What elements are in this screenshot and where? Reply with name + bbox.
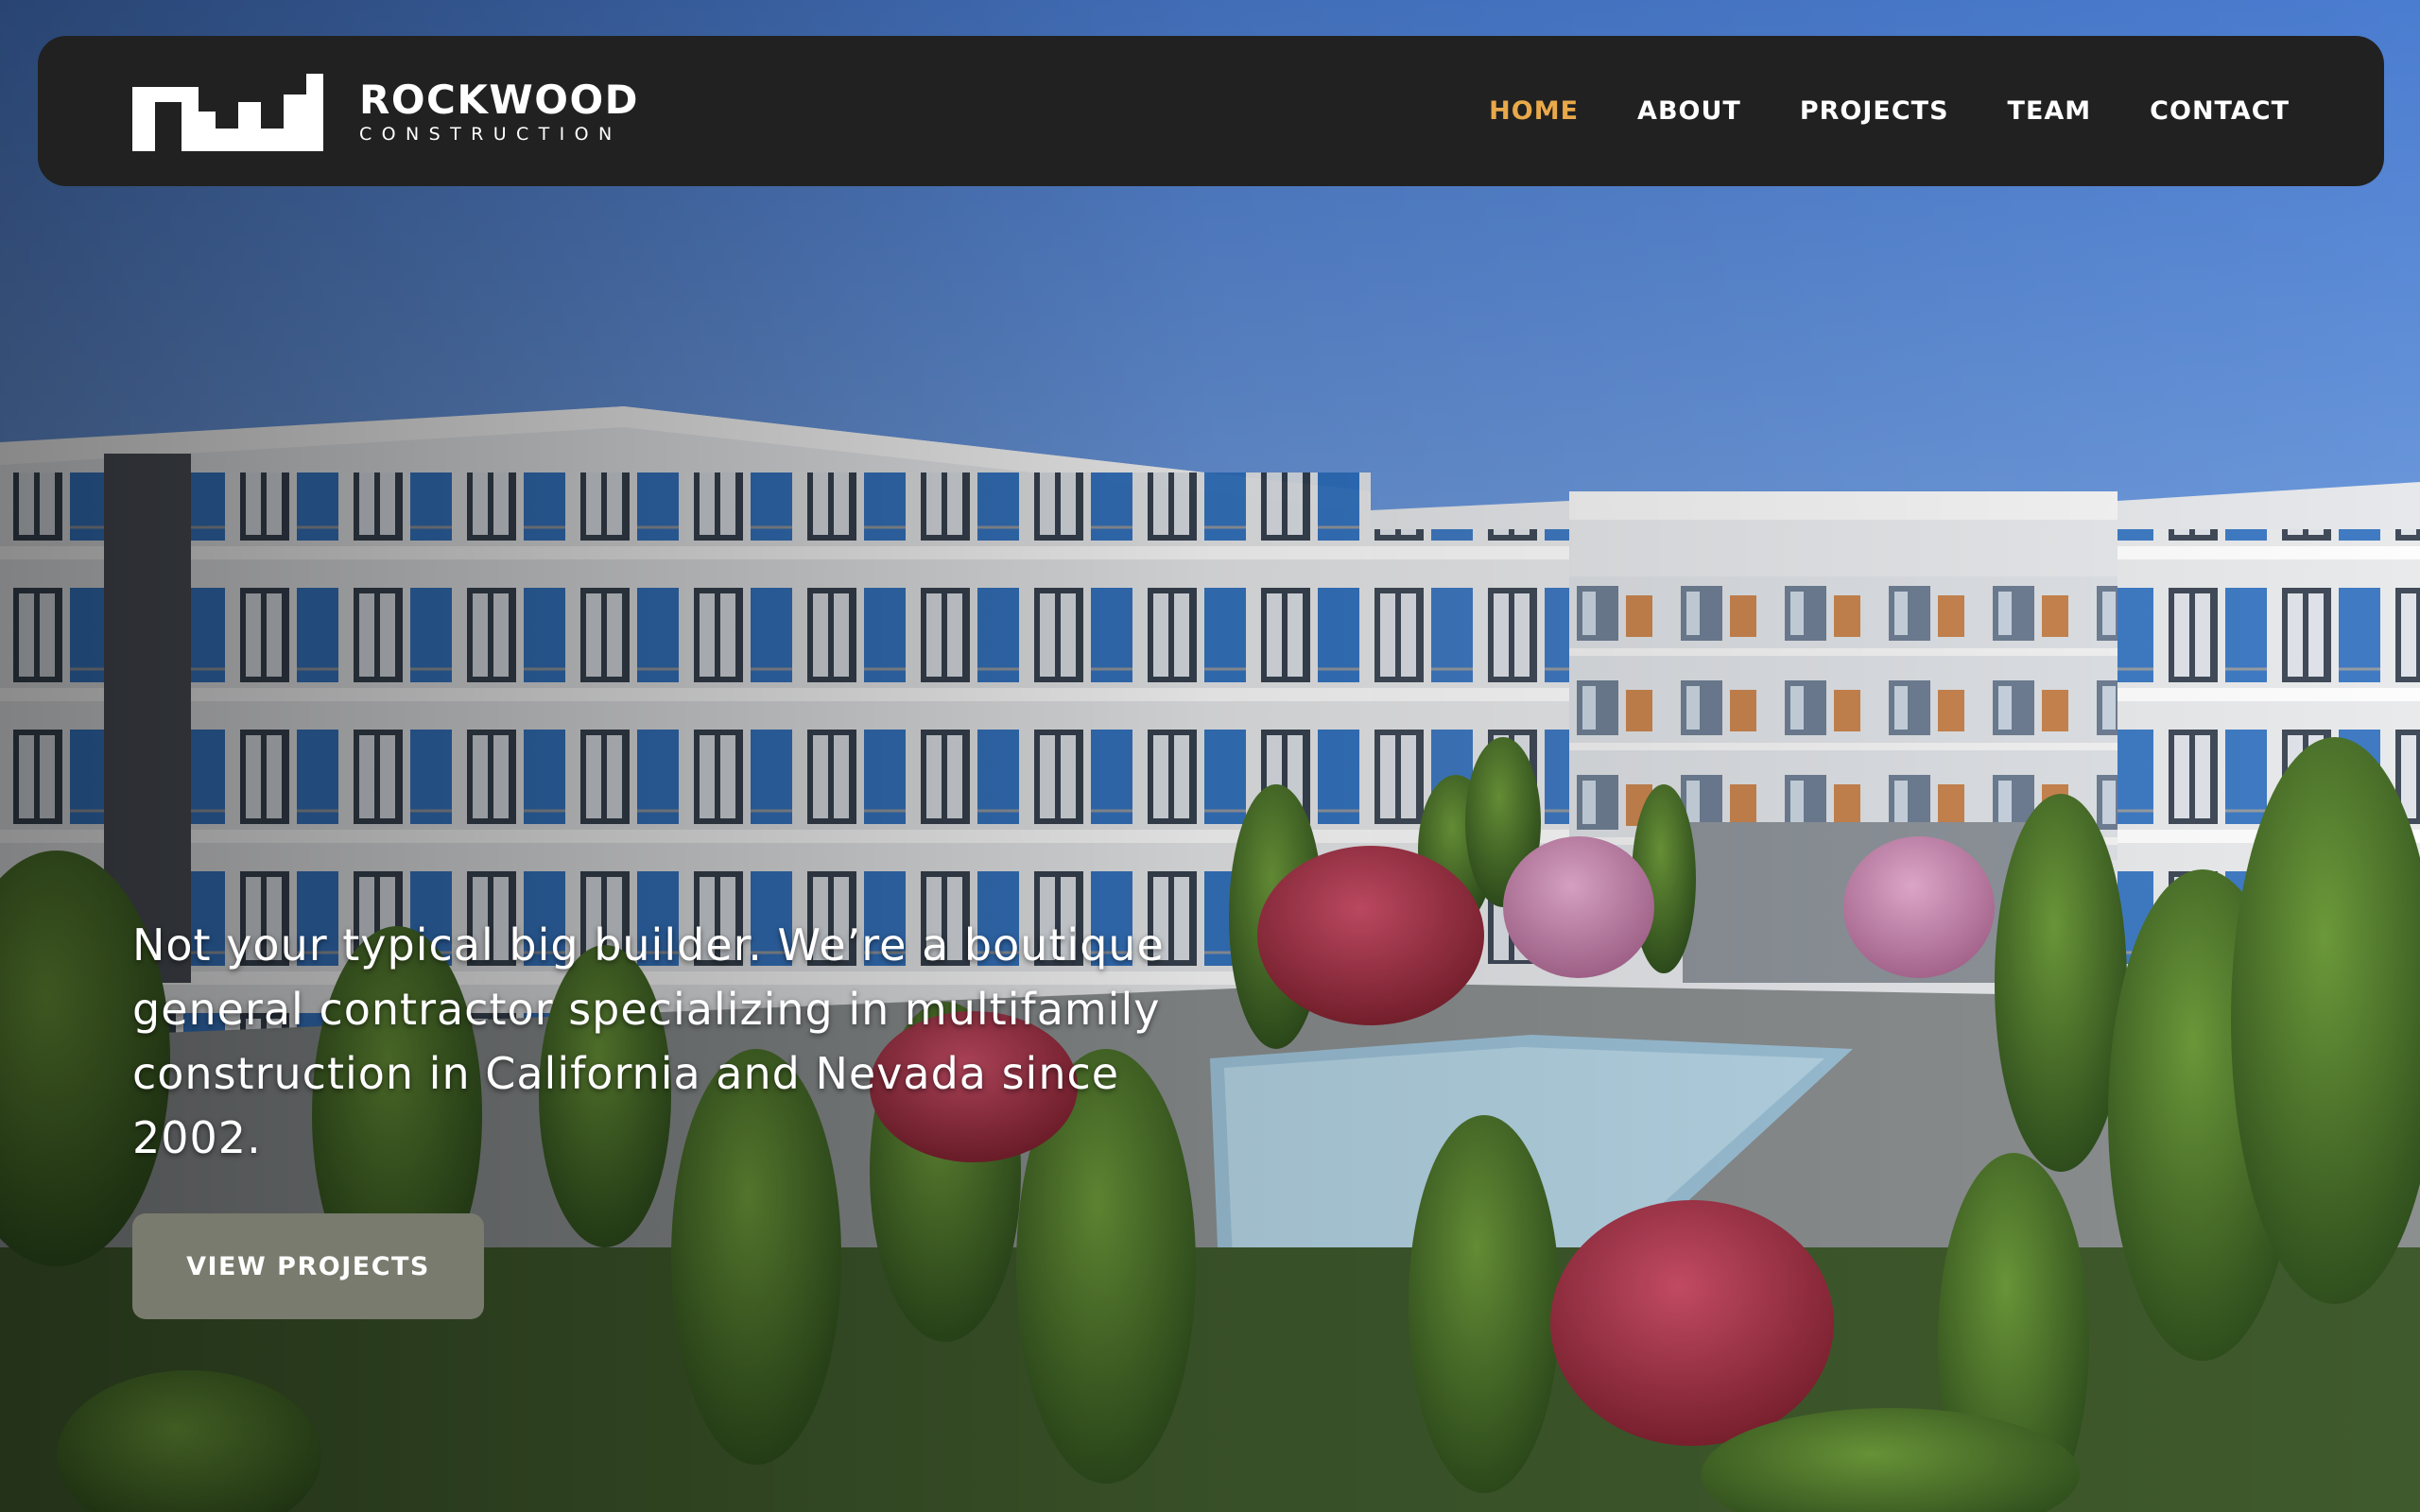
nav-item-projects[interactable]: PROJECTS (1800, 96, 1949, 126)
nav-item-team[interactable]: TEAM (2008, 96, 2092, 126)
brand-wordmark: ROCKWOOD CONSTRUCTION (359, 79, 639, 146)
main-nav: HOME ABOUT PROJECTS TEAM CONTACT (1430, 36, 2290, 186)
view-projects-button[interactable]: VIEW PROJECTS (132, 1213, 484, 1319)
hero-headline: Not your typical big builder. We’re a bo… (132, 919, 1165, 1163)
brand-logo[interactable]: ROCKWOOD CONSTRUCTION (132, 74, 639, 151)
nav-item-home[interactable]: HOME (1489, 96, 1579, 126)
brand-name: ROCKWOOD (359, 77, 640, 123)
nav-item-about[interactable]: ABOUT (1637, 96, 1741, 126)
rw-monogram-icon (132, 74, 323, 151)
brand-subtitle: CONSTRUCTION (359, 124, 622, 145)
top-navigation-bar: ROCKWOOD CONSTRUCTION HOME ABOUT PROJECT… (38, 36, 2384, 186)
nav-item-contact[interactable]: CONTACT (2150, 96, 2290, 126)
